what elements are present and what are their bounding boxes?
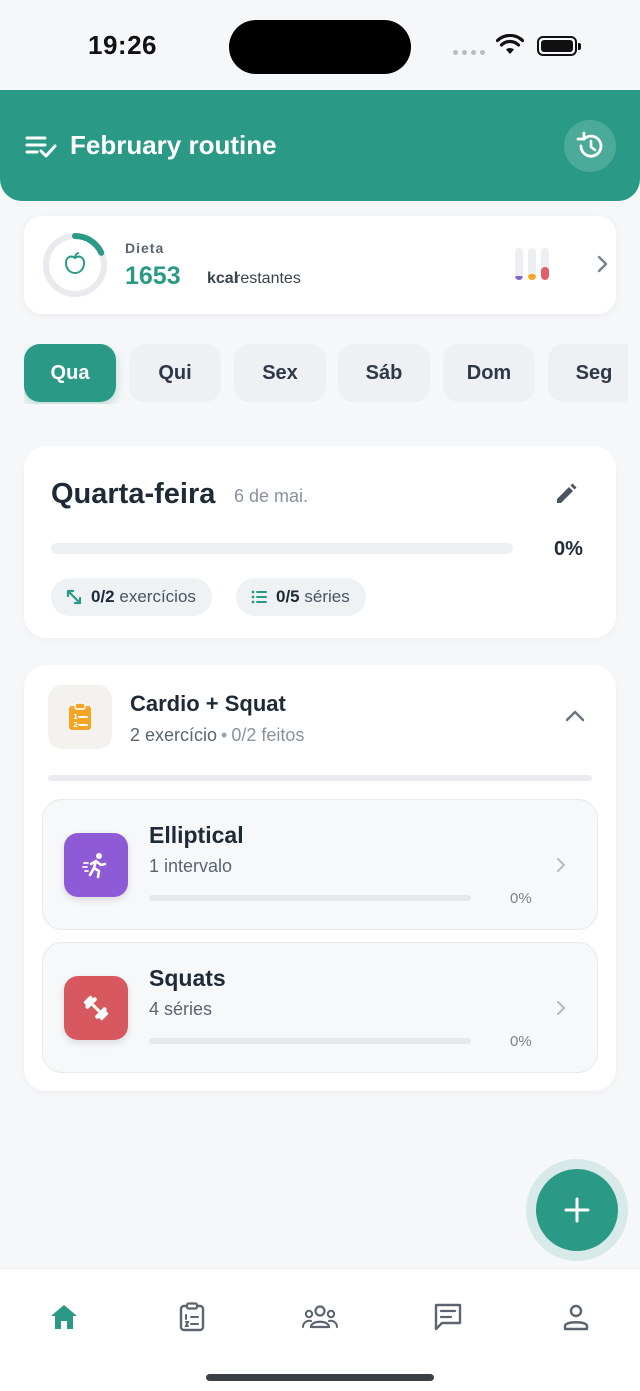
calories-suffix: restantes <box>235 270 301 287</box>
exercise-meta: 1 intervalo <box>149 856 233 876</box>
nav-messages[interactable] <box>418 1297 478 1337</box>
day-summary-card: Quarta-feira 6 de mai. 0% 0/2 exercícios… <box>24 446 616 638</box>
routine-list-icon[interactable] <box>25 132 57 160</box>
exercise-card-squats[interactable]: Squats 4 séries 0% <box>42 942 598 1073</box>
nav-profile[interactable] <box>546 1297 606 1337</box>
home-indicator <box>206 1374 434 1381</box>
exercise-progress-bar <box>149 895 471 901</box>
arrows-diagonal-icon <box>66 589 82 605</box>
exercises-count: 0/2 <box>91 587 115 606</box>
history-button[interactable] <box>564 120 616 172</box>
day-date: 6 de mai. <box>234 486 309 506</box>
exercise-name: Elliptical <box>149 822 244 848</box>
group-icon <box>302 1305 338 1329</box>
day-tab-sab[interactable]: Sáb <box>338 344 430 402</box>
diet-summary-card[interactable]: Dieta 1653 kcal restantes <box>24 216 616 314</box>
running-icon <box>64 833 128 897</box>
plus-icon <box>564 1197 590 1223</box>
day-tab-dom[interactable]: Dom <box>443 344 535 402</box>
exercises-label: exercícios <box>119 587 196 606</box>
workout-title: Cardio + Squat <box>130 691 286 716</box>
apple-icon <box>64 252 86 275</box>
day-tab-seg[interactable]: Seg <box>548 344 628 402</box>
day-title: Quarta-feira <box>51 478 216 510</box>
bottom-navigation <box>0 1268 640 1391</box>
sets-count: 0/5 <box>276 587 300 606</box>
sets-chip: 0/5 séries <box>236 578 366 616</box>
svg-text:1: 1 <box>73 713 78 721</box>
workout-card: 1 2 Cardio + Squat 2 exercício • 0/2 feito… <box>24 665 616 1091</box>
workout-done-count: 0/2 feitos <box>231 725 305 745</box>
chevron-up-icon[interactable] <box>564 709 586 723</box>
chevron-right-icon <box>557 1001 565 1015</box>
page-title: February routine <box>70 130 277 160</box>
chat-icon <box>434 1303 462 1331</box>
day-selector: Qua Qui Sex Sáb Dom Seg <box>24 344 628 404</box>
dumbbell-icon <box>64 976 128 1040</box>
day-tab-qua[interactable]: Qua <box>24 344 116 402</box>
svg-text:2: 2 <box>73 721 78 729</box>
macro-bar-carbs <box>528 248 536 280</box>
add-button[interactable] <box>536 1169 618 1251</box>
nav-home[interactable] <box>34 1297 94 1337</box>
macro-bars <box>515 248 549 280</box>
home-icon <box>51 1305 77 1329</box>
status-time: 19:26 <box>88 30 157 60</box>
app-header: February routine <box>0 90 640 201</box>
workout-progress-bar <box>48 775 592 781</box>
macro-bar-protein <box>515 248 523 280</box>
exercise-card-elliptical[interactable]: Elliptical 1 intervalo 0% <box>42 799 598 930</box>
status-bar: 19:26 <box>0 0 640 90</box>
exercise-meta: 4 séries <box>149 999 213 1019</box>
calories-remaining: 1653 <box>125 262 181 290</box>
day-tab-qui[interactable]: Qui <box>129 344 221 402</box>
battery-icon <box>537 36 581 56</box>
workout-subtitle: 2 exercício • 0/2 feitos <box>130 725 304 746</box>
separator-dot: • <box>221 725 228 745</box>
exercise-progress-percent: 0% <box>510 890 532 907</box>
signal-icon <box>453 50 485 55</box>
exercise-progress-percent: 0% <box>510 1033 532 1050</box>
macro-bar-fat <box>541 248 549 280</box>
chevron-right-icon <box>597 255 608 273</box>
day-progress-bar <box>51 543 513 554</box>
nav-community[interactable] <box>290 1297 350 1337</box>
clipboard-icon <box>179 1302 205 1332</box>
workout-exercise-count: 2 exercício <box>130 725 218 745</box>
list-icon <box>251 590 267 604</box>
edit-icon[interactable] <box>554 482 578 506</box>
day-tab-sex[interactable]: Sex <box>234 344 326 402</box>
sets-label: séries <box>304 587 350 606</box>
history-icon <box>576 131 603 158</box>
workout-clipboard-icon: 1 2 <box>48 685 112 749</box>
chevron-right-icon <box>557 858 565 872</box>
dynamic-island <box>229 20 411 74</box>
nav-workouts[interactable] <box>162 1297 222 1337</box>
day-progress-percent: 0% <box>554 538 583 560</box>
calorie-ring <box>43 233 107 297</box>
wifi-icon <box>496 34 524 54</box>
exercises-chip: 0/2 exercícios <box>51 578 212 616</box>
exercise-progress-bar <box>149 1038 471 1044</box>
exercise-name: Squats <box>149 965 226 991</box>
calories-unit: kcal <box>207 270 239 287</box>
diet-label: Dieta <box>125 240 165 256</box>
profile-icon <box>563 1304 589 1331</box>
